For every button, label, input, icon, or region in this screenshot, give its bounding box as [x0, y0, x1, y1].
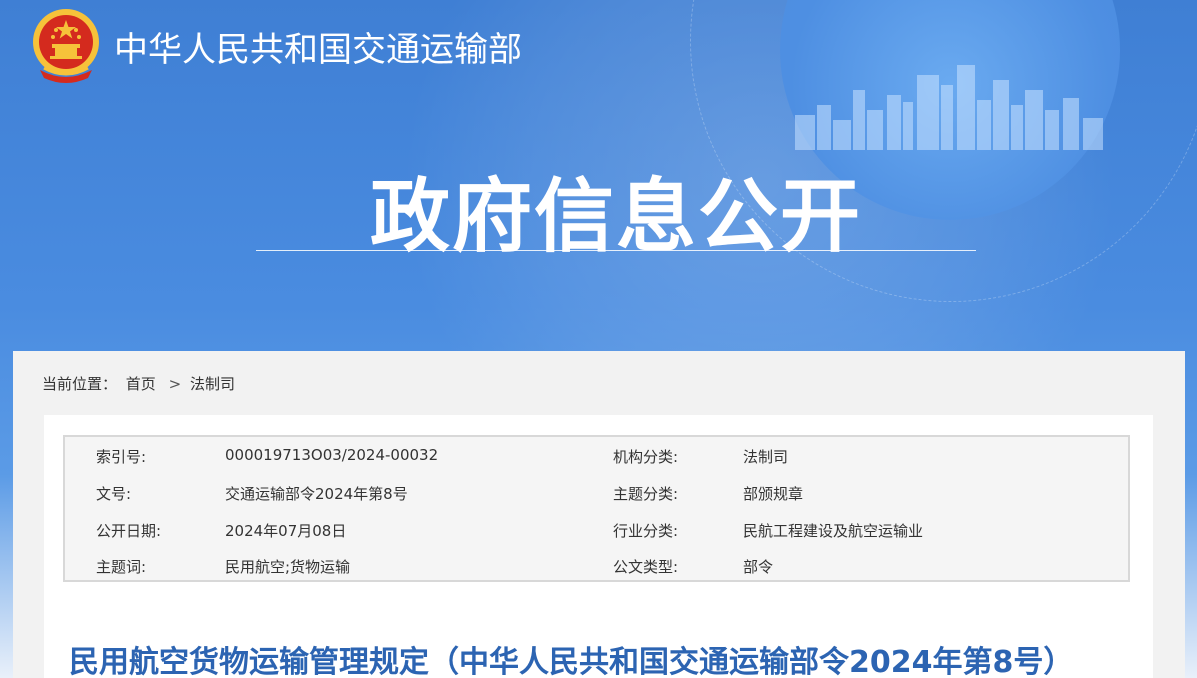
meta-value: 民航工程建设及航空运输业 [743, 522, 924, 540]
national-emblem-icon [33, 9, 99, 83]
meta-key: 主题词: [96, 558, 147, 576]
main-content: 当前位置： 首页 > 法制司 索引号: 000019713O03/2024-00… [13, 351, 1185, 678]
meta-key: 主题分类: [613, 485, 679, 503]
meta-value: 法制司 [743, 448, 789, 466]
meta-row: 文号: 交通运输部令2024年第8号 主题分类: 部颁规章 [65, 474, 1128, 510]
meta-row: 索引号: 000019713O03/2024-00032 机构分类: 法制司 [65, 437, 1128, 473]
meta-key: 文号: [96, 485, 132, 503]
breadcrumb: 当前位置： 首页 > 法制司 [42, 373, 239, 394]
meta-value: 000019713O03/2024-00032 [225, 446, 439, 464]
skyline-decoration [795, 65, 1103, 150]
meta-key: 机构分类: [613, 448, 679, 466]
breadcrumb-separator: > [168, 375, 182, 393]
document-metadata: 索引号: 000019713O03/2024-00032 机构分类: 法制司 文… [63, 435, 1130, 582]
meta-key: 索引号: [96, 448, 147, 466]
meta-value: 2024年07月08日 [225, 522, 347, 540]
meta-value: 部颁规章 [743, 485, 804, 503]
breadcrumb-legal-dept-link[interactable]: 法制司 [190, 375, 235, 393]
meta-key: 行业分类: [613, 522, 679, 540]
ministry-name[interactable]: 中华人民共和国交通运输部 [114, 22, 522, 71]
meta-key: 公文类型: [613, 558, 679, 576]
meta-value: 交通运输部令2024年第8号 [225, 485, 408, 503]
meta-row: 公开日期: 2024年07月08日 行业分类: 民航工程建设及航空运输业 [65, 511, 1128, 547]
breadcrumb-home-link[interactable]: 首页 [126, 375, 156, 393]
document-title: 民用航空货物运输管理规定（中华人民共和国交通运输部令2024年第8号） [69, 645, 1074, 678]
document-card: 索引号: 000019713O03/2024-00032 机构分类: 法制司 文… [44, 415, 1153, 678]
title-divider [256, 250, 976, 251]
meta-value: 民用航空;货物运输 [225, 558, 351, 576]
meta-row: 主题词: 民用航空;货物运输 公文类型: 部令 [65, 547, 1128, 583]
breadcrumb-label: 当前位置： [42, 375, 118, 393]
meta-value: 部令 [743, 558, 774, 576]
meta-key: 公开日期: [96, 522, 162, 540]
